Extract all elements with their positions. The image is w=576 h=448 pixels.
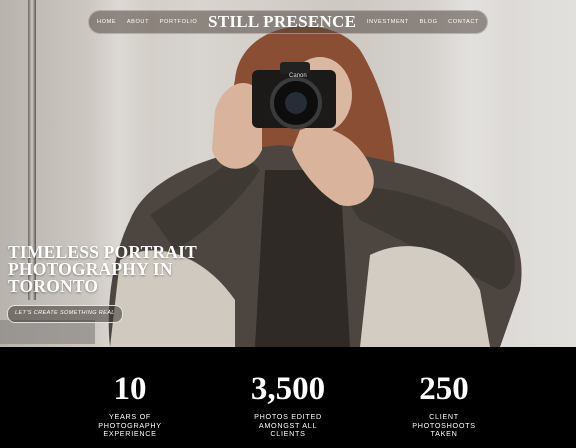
stat-value: 10 bbox=[113, 371, 147, 407]
hero-headline: TIMELESS PORTRAIT PHOTOGRAPHY IN TORONTO bbox=[8, 243, 197, 296]
camera-brand-label: Canon bbox=[289, 73, 307, 79]
nav-link-investment[interactable]: INVESTMENT bbox=[367, 19, 409, 25]
camera-lens-glass bbox=[285, 92, 307, 114]
stat-clients: 250 CLIENT PHOTOSHOOTS TAKEN bbox=[394, 347, 494, 439]
stats-section: 10 YEARS OF PHOTOGRAPHY EXPERIENCE 3,500… bbox=[0, 347, 576, 448]
nav-link-home[interactable]: HOME bbox=[97, 19, 116, 25]
site-logo[interactable]: STILL PRESENCE bbox=[208, 12, 356, 32]
main-navigation: HOME ABOUT PORTFOLIO STILL PRESENCE INVE… bbox=[88, 10, 488, 34]
nav-link-portfolio[interactable]: PORTFOLIO bbox=[160, 19, 198, 25]
headline-line: TORONTO bbox=[8, 276, 99, 296]
nav-link-about[interactable]: ABOUT bbox=[127, 19, 149, 25]
nav-link-blog[interactable]: BLOG bbox=[420, 19, 438, 25]
stat-value: 3,500 bbox=[250, 371, 326, 407]
stat-value: 250 bbox=[419, 371, 469, 407]
hero-section: Canon HOME ABOUT PORTFOLIO STILL PRESENC… bbox=[0, 0, 576, 347]
stat-label: YEARS OF PHOTOGRAPHY EXPERIENCE bbox=[80, 412, 180, 439]
stat-years: 10 YEARS OF PHOTOGRAPHY EXPERIENCE bbox=[80, 347, 180, 439]
stat-label-line: CLIENTS bbox=[270, 429, 306, 438]
stat-label: CLIENT PHOTOSHOOTS TAKEN bbox=[394, 412, 494, 439]
stat-photos: 3,500 PHOTOS EDITED AMONGST ALL CLIENTS bbox=[228, 347, 348, 439]
nav-link-contact[interactable]: CONTACT bbox=[448, 19, 479, 25]
cta-button[interactable]: LET'S CREATE SOMETHING REAL bbox=[7, 305, 123, 323]
stat-label: PHOTOS EDITED AMONGST ALL CLIENTS bbox=[228, 412, 348, 439]
stat-label-line: EXPERIENCE bbox=[103, 429, 157, 438]
stat-label-line: TAKEN bbox=[430, 429, 458, 438]
